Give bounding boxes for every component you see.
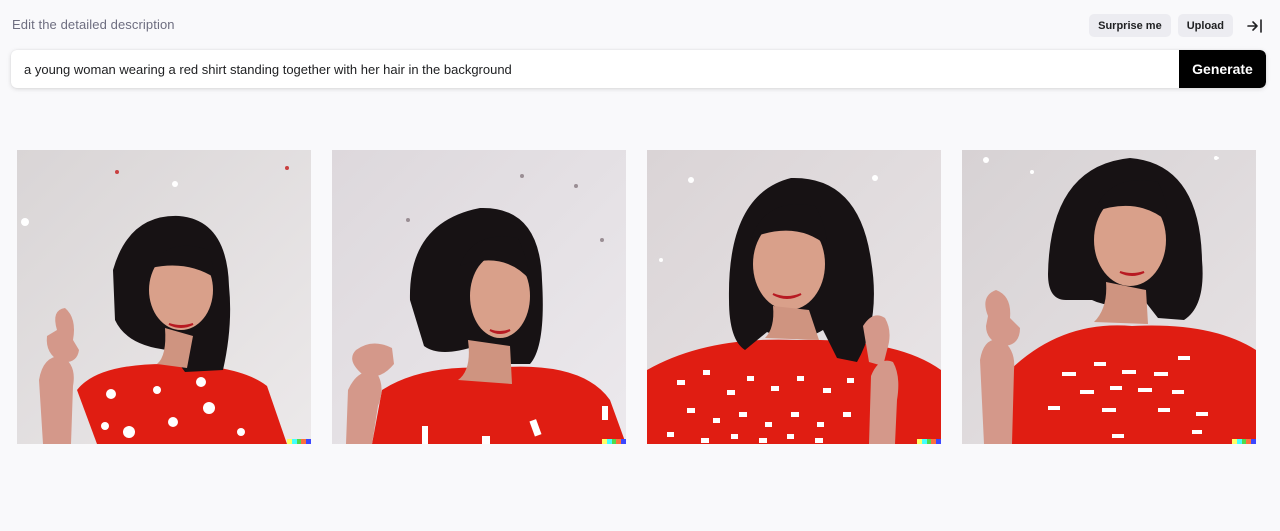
prompt-bar: Generate: [11, 50, 1266, 88]
collapse-right-icon[interactable]: [1244, 15, 1266, 37]
portrait-image-3: [647, 150, 941, 444]
signature-mark: [287, 439, 311, 444]
portrait-image-2: [332, 150, 626, 444]
edit-description-label: Edit the detailed description: [12, 17, 175, 32]
signature-mark: [917, 439, 941, 444]
top-actions: Surprise me Upload: [1089, 14, 1266, 37]
portrait-image-4: [962, 150, 1256, 444]
prompt-input[interactable]: [11, 50, 1179, 88]
signature-mark: [602, 439, 626, 444]
upload-button[interactable]: Upload: [1177, 14, 1233, 37]
portrait-image-1: [17, 150, 311, 444]
generate-button[interactable]: Generate: [1179, 50, 1266, 88]
generated-image-3[interactable]: [647, 150, 941, 444]
generated-image-2[interactable]: [332, 150, 626, 444]
surprise-me-button[interactable]: Surprise me: [1089, 14, 1171, 37]
image-editor-page: Edit the detailed description Surprise m…: [0, 0, 1280, 531]
signature-mark: [1232, 439, 1256, 444]
generated-image-4[interactable]: [962, 150, 1256, 444]
generated-image-1[interactable]: [17, 150, 311, 444]
image-gallery: [17, 150, 1256, 444]
